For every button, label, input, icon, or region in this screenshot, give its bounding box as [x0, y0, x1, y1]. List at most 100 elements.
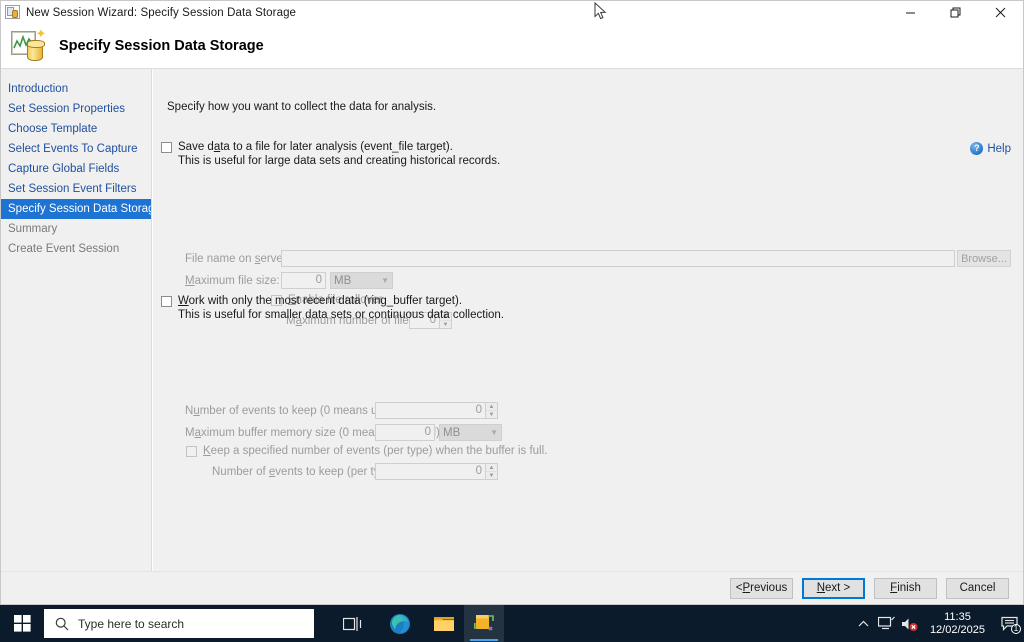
- chevron-down-icon: ▼: [490, 428, 498, 437]
- save-to-file-checkbox[interactable]: [161, 142, 172, 153]
- events-per-type-value: 0: [375, 463, 485, 480]
- next-button[interactable]: Next >: [802, 577, 865, 599]
- keep-per-type-label: Keep a specified number of events (per t…: [203, 445, 548, 457]
- title-bar: New Session Wizard: Specify Session Data…: [1, 1, 1023, 24]
- browse-button: Browse...: [957, 250, 1011, 267]
- restore-icon[interactable]: [933, 1, 978, 24]
- page-banner: ✦ Specify Session Data Storage: [1, 24, 1023, 69]
- network-button[interactable]: [875, 605, 898, 642]
- ssms-button[interactable]: [464, 605, 504, 642]
- search-input[interactable]: Type here to search: [44, 609, 314, 638]
- buffer-memory-size-row: Maximum buffer memory size (0 means unli…: [185, 424, 502, 441]
- windows-start-icon: [13, 615, 31, 632]
- notification-count-badge: 1: [1011, 624, 1021, 634]
- task-view-button[interactable]: [332, 605, 372, 642]
- main-content: ? Help Specify how you want to collect t…: [152, 69, 1023, 571]
- events-per-type-spinner: 0 ▲ ▼: [375, 463, 498, 480]
- sidebar-item-capture-global-fields[interactable]: Capture Global Fields: [1, 159, 151, 179]
- edge-browser-button[interactable]: [380, 605, 420, 642]
- spinner-up-icon: ▲: [486, 403, 497, 411]
- cancel-button[interactable]: Cancel: [946, 577, 1009, 599]
- session-storage-icon: ✦: [9, 26, 49, 64]
- system-tray: 11:35 12/02/2025 1: [852, 605, 1024, 642]
- max-file-size-row: Maximum file size: 0 MB ▼: [185, 272, 393, 289]
- sidebar-item-choose-template[interactable]: Choose Template: [1, 119, 151, 139]
- file-name-label: File name on server:: [185, 252, 290, 265]
- keep-per-type-checkbox: [186, 445, 197, 457]
- max-file-size-input[interactable]: 0: [281, 272, 326, 289]
- spinner-up-icon: ▲: [486, 464, 497, 472]
- events-to-keep-label: Number of events to keep (0 means unlimi…: [185, 404, 425, 417]
- events-to-keep-spinner[interactable]: 0 ▲ ▼: [375, 402, 498, 419]
- search-placeholder-text: Type here to search: [78, 616, 185, 631]
- ring-buffer-label: Work with only the most recent data (rin…: [178, 294, 504, 322]
- max-file-size-label: Maximum file size:: [185, 274, 280, 287]
- buffer-memory-size-input: 0: [375, 424, 435, 441]
- window-app-icon: [5, 5, 21, 20]
- window-controls: [888, 1, 1023, 24]
- spinner-down-icon: ▼: [488, 472, 495, 479]
- start-button[interactable]: [0, 605, 44, 642]
- chevron-down-icon: ▼: [381, 276, 389, 285]
- sparkle-icon: ✦: [35, 26, 47, 41]
- clock-time: 11:35: [944, 610, 971, 623]
- save-to-file-label-line1: Save data to a file for later analysis (…: [178, 141, 453, 153]
- spinner-buttons[interactable]: ▲ ▼: [485, 402, 498, 419]
- keep-per-type-row: Keep a specified number of events (per t…: [185, 445, 547, 457]
- ring-buffer-label-line2: This is useful for smaller data sets or …: [178, 309, 504, 321]
- file-explorer-icon: [434, 617, 454, 631]
- search-icon: [55, 617, 69, 630]
- buffer-memory-size-label: Maximum buffer memory size (0 means unli…: [185, 426, 443, 439]
- events-to-keep-value: 0: [375, 402, 485, 419]
- previous-button[interactable]: < Previous: [730, 577, 793, 599]
- ring-buffer-label-line1: Work with only the most recent data (rin…: [178, 295, 463, 307]
- sidebar-item-set-session-properties[interactable]: Set Session Properties: [1, 99, 151, 119]
- help-circle-icon: ?: [970, 142, 984, 155]
- wizard-window: New Session Wizard: Specify Session Data…: [0, 0, 1024, 605]
- volume-muted-icon: [901, 618, 918, 631]
- max-file-size-unit-select[interactable]: MB ▼: [330, 272, 393, 289]
- finish-button[interactable]: Finish: [874, 577, 937, 599]
- action-center-button[interactable]: 1: [994, 605, 1024, 642]
- chevron-up-button[interactable]: [852, 605, 875, 642]
- events-per-type-row: Number of events to keep (per type): 0 ▲…: [185, 463, 498, 480]
- file-name-input[interactable]: [281, 250, 955, 267]
- file-name-row: File name on server:: [185, 250, 1005, 267]
- sidebar-item-select-events-to-capture[interactable]: Select Events To Capture: [1, 139, 151, 159]
- max-file-size-unit-value: MB: [334, 274, 352, 287]
- volume-muted-button[interactable]: [898, 605, 921, 642]
- close-icon[interactable]: [978, 1, 1023, 24]
- sidebar-item-specify-session-data-storage[interactable]: Specify Session Data Storage: [1, 199, 151, 219]
- windows-taskbar: Type here to search 11:35 12/02/2025 1: [0, 605, 1024, 642]
- network-icon: [877, 616, 895, 630]
- wizard-steps-sidebar: Introduction Set Session Properties Choo…: [1, 69, 152, 571]
- sidebar-item-set-session-event-filters[interactable]: Set Session Event Filters: [1, 179, 151, 199]
- edge-browser-icon: [390, 613, 410, 634]
- clock[interactable]: 11:35 12/02/2025: [921, 611, 994, 637]
- window-title: New Session Wizard: Specify Session Data…: [26, 6, 297, 19]
- buffer-memory-unit-value: MB: [443, 426, 461, 439]
- help-label: Help: [987, 142, 1011, 155]
- sidebar-item-summary: Summary: [8, 223, 58, 235]
- help-link[interactable]: ? Help: [970, 142, 1011, 155]
- page-title: Specify Session Data Storage: [59, 38, 264, 54]
- ring-buffer-target-section: Work with only the most recent data (rin…: [161, 294, 504, 322]
- file-explorer-button[interactable]: [424, 605, 464, 642]
- ssms-icon: [474, 614, 494, 631]
- instruction-text: Specify how you want to collect the data…: [167, 101, 437, 113]
- chevron-up-icon: [858, 620, 869, 626]
- spinner-down-icon: ▼: [488, 411, 495, 418]
- wizard-footer: < Previous Next > Finish Cancel: [1, 571, 1023, 604]
- ring-buffer-checkbox[interactable]: [161, 296, 172, 307]
- window-body: Introduction Set Session Properties Choo…: [1, 69, 1023, 571]
- sidebar-item-introduction[interactable]: Introduction: [1, 79, 151, 99]
- mouse-pointer-icon: [594, 1, 607, 26]
- save-to-file-label: Save data to a file for later analysis (…: [178, 140, 500, 168]
- events-per-type-label: Number of events to keep (per type):: [212, 465, 400, 478]
- spinner-down-icon: ▼: [442, 321, 449, 328]
- event-file-target-section: Save data to a file for later analysis (…: [161, 140, 500, 168]
- events-to-keep-row: Number of events to keep (0 means unlimi…: [185, 402, 498, 419]
- save-to-file-label-line2: This is useful for large data sets and c…: [178, 155, 501, 167]
- sidebar-item-create-event-session: Create Event Session: [8, 243, 120, 255]
- minimize-icon[interactable]: [888, 1, 933, 24]
